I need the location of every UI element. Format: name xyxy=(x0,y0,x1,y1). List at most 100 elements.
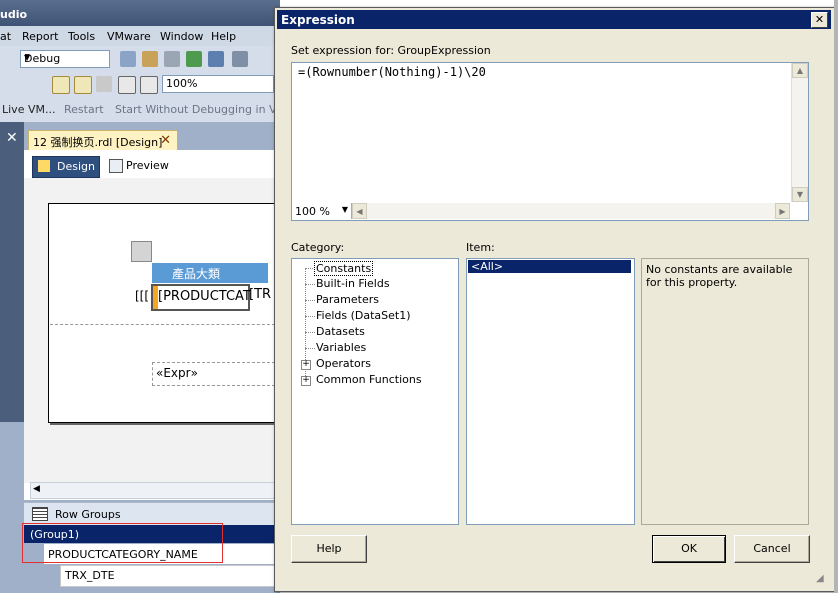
menu-vmware[interactable]: VMware xyxy=(107,30,151,43)
expr-textbox[interactable]: «Expr» xyxy=(152,362,280,386)
page-break-line xyxy=(50,324,280,325)
product-category-cell-text: [PRODUCTCAT xyxy=(158,289,251,304)
ruler-icon[interactable] xyxy=(140,76,158,94)
expr-textbox-text: «Expr» xyxy=(156,366,198,380)
row-groups-title: Row Groups xyxy=(55,508,121,521)
scroll-left-icon[interactable]: ◀ xyxy=(33,484,40,494)
item-all-label: <All> xyxy=(471,260,504,273)
tree-line xyxy=(305,284,315,285)
description-panel: No constants are available for this prop… xyxy=(641,258,809,525)
vs-title-text: udio xyxy=(0,8,28,21)
column-header-text: 產品大類 xyxy=(172,267,221,281)
tab-preview-label: Preview xyxy=(126,159,169,172)
row-group-bracket: [[[ xyxy=(135,289,150,303)
category-datasets[interactable]: Datasets xyxy=(316,325,365,338)
report-zoom-value: 100% xyxy=(166,77,198,90)
scroll-right-icon[interactable]: ▶ xyxy=(775,203,790,219)
report-body[interactable] xyxy=(48,203,281,423)
menu-window[interactable]: Window xyxy=(160,30,203,43)
tools-icon[interactable] xyxy=(164,51,180,67)
editor-vertical-scrollbar[interactable]: ▲ ▼ xyxy=(791,63,808,202)
editor-horizontal-scrollbar[interactable]: ◀ ▶ xyxy=(352,203,790,219)
vs-menu-bar: at Report Tools VMware Window Help xyxy=(0,26,280,46)
menu-report[interactable]: Report xyxy=(22,30,58,43)
find-icon[interactable] xyxy=(142,51,158,67)
ok-button[interactable]: OK xyxy=(652,535,726,563)
expand-icon[interactable]: + xyxy=(301,360,311,370)
vs-toolbar-standard: Debug ▼ xyxy=(0,46,280,73)
editor-zoom-combo[interactable]: 100 % ▼ xyxy=(292,203,352,219)
menu-format[interactable]: at xyxy=(0,30,11,43)
category-label: Category: xyxy=(291,241,345,254)
align-left-icon[interactable] xyxy=(52,76,70,94)
dialog-title-bar[interactable]: Expression xyxy=(277,10,831,29)
restart-button[interactable]: Restart xyxy=(64,103,104,116)
left-tool-strip xyxy=(0,122,24,422)
category-variables[interactable]: Variables xyxy=(316,341,366,354)
row-groups-header: Row Groups xyxy=(24,502,280,525)
set-expression-label: Set expression for: GroupExpression xyxy=(291,44,491,57)
row-group-item-trx-dte[interactable]: TRX_DTE xyxy=(60,565,282,587)
help-button[interactable]: Help xyxy=(291,535,367,563)
category-parameters[interactable]: Parameters xyxy=(316,293,379,306)
tab-preview[interactable]: Preview xyxy=(104,156,174,176)
layout-icon[interactable] xyxy=(232,51,248,67)
design-icon xyxy=(38,160,50,172)
row-group-label: TRX_DTE xyxy=(65,569,115,582)
category-fields[interactable]: Fields (DataSet1) xyxy=(316,309,411,322)
editor-zoom-value: 100 % xyxy=(295,205,330,218)
item-label: Item: xyxy=(466,241,495,254)
trx-cell-text[interactable]: [TR xyxy=(249,287,271,302)
preview-icon xyxy=(109,159,123,173)
tab-design[interactable]: Design xyxy=(32,156,100,178)
category-common-functions[interactable]: Common Functions xyxy=(316,373,422,386)
chevron-down-icon: ▼ xyxy=(341,205,348,214)
highlight-annotation-box xyxy=(22,523,223,563)
designer-horizontal-scrollbar[interactable]: ◀ xyxy=(30,482,282,499)
vs-title-bar: udio xyxy=(0,0,280,26)
resize-grip-icon[interactable]: ◢ xyxy=(816,573,824,584)
menu-help[interactable]: Help xyxy=(211,30,236,43)
scroll-up-icon[interactable]: ▲ xyxy=(792,63,808,78)
row-groups-icon xyxy=(32,507,48,521)
start-icon[interactable] xyxy=(186,51,202,67)
solution-config-combo[interactable]: Debug ▼ xyxy=(20,50,110,68)
close-icon[interactable]: ✕ xyxy=(6,130,18,146)
item-all[interactable]: <All> xyxy=(468,260,631,273)
close-icon[interactable]: ✕ xyxy=(160,133,171,148)
product-category-cell[interactable]: [PRODUCTCAT xyxy=(151,284,251,311)
format-icon[interactable] xyxy=(96,76,112,92)
category-constants[interactable]: Constants xyxy=(314,261,374,276)
align-center-icon[interactable] xyxy=(74,76,92,94)
tree-line xyxy=(305,332,315,333)
category-built-in-fields[interactable]: Built-in Fields xyxy=(316,277,390,290)
menu-tools[interactable]: Tools xyxy=(68,30,95,43)
window-icon[interactable] xyxy=(208,51,224,67)
attach-process-icon[interactable] xyxy=(120,51,136,67)
bracket-icon[interactable] xyxy=(118,76,136,94)
expression-editor[interactable] xyxy=(291,62,809,221)
tablix-corner-handle[interactable] xyxy=(131,241,152,262)
category-operators[interactable]: Operators xyxy=(316,357,371,370)
live-vm-button[interactable]: Live VM... xyxy=(2,103,55,116)
close-icon[interactable]: ✕ xyxy=(811,12,828,28)
document-tab[interactable]: 12 强制换页.rdl [Design] ✕ xyxy=(28,130,178,151)
chevron-down-icon: ▼ xyxy=(24,53,31,62)
tab-design-label: Design xyxy=(57,160,95,173)
tree-line xyxy=(305,348,315,349)
vs-toolbar-vm: Live VM... Restart Start Without Debuggi… xyxy=(0,96,286,122)
expression-text[interactable]: =(Rownumber(Nothing)-1)\20 xyxy=(298,65,486,79)
document-tab-label: 12 强制换页.rdl [Design] xyxy=(33,136,163,149)
report-zoom-combo[interactable]: 100% xyxy=(162,75,274,93)
scroll-down-icon[interactable]: ▼ xyxy=(792,187,808,202)
tree-line xyxy=(305,316,315,317)
item-list[interactable] xyxy=(466,258,635,525)
start-without-debugging-vm-button[interactable]: Start Without Debugging in VM xyxy=(115,103,286,116)
cancel-button[interactable]: Cancel xyxy=(734,535,810,563)
vs-toolbar-report: 100% xyxy=(0,72,280,97)
expand-icon[interactable]: + xyxy=(301,376,311,386)
dialog-title: Expression xyxy=(281,13,355,27)
window-edge xyxy=(834,0,838,593)
scroll-left-icon[interactable]: ◀ xyxy=(352,203,367,219)
column-header-cell-2[interactable] xyxy=(248,263,268,283)
